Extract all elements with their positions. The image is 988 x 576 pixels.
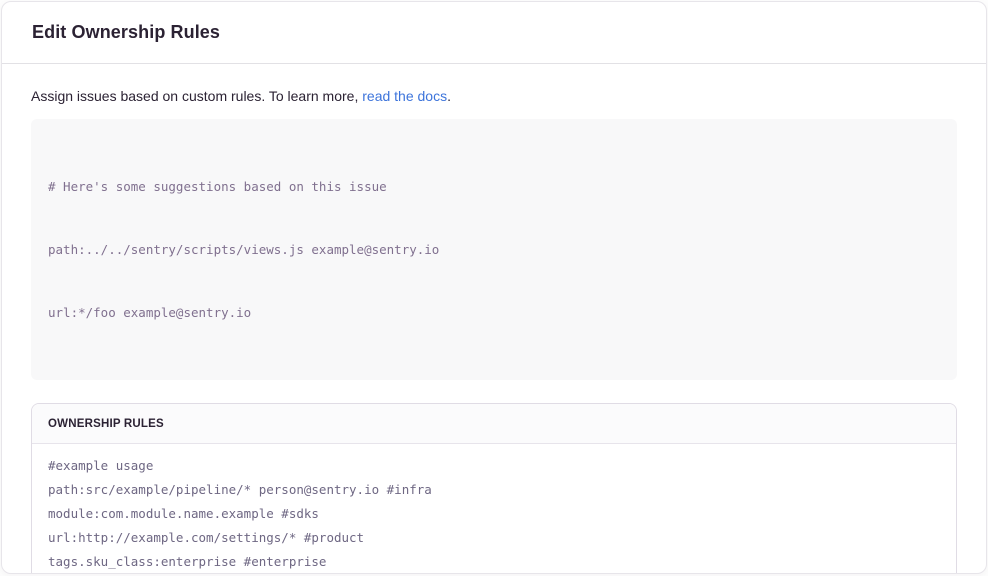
ownership-rules-panel: OWNERSHIP RULES #example usage path:src/… (31, 403, 957, 574)
ownership-rules-panel-header: OWNERSHIP RULES (32, 404, 956, 444)
read-the-docs-link[interactable]: read the docs (362, 88, 447, 104)
description-text: Assign issues based on custom rules. To … (31, 88, 362, 104)
edit-ownership-rules-modal: Edit Ownership Rules Assign issues based… (1, 1, 987, 574)
modal-title: Edit Ownership Rules (32, 22, 220, 43)
suggestion-line: path:../../sentry/scripts/views.js examp… (48, 239, 940, 260)
ownership-rules-textarea[interactable]: #example usage path:src/example/pipeline… (32, 444, 956, 574)
ownership-rules-label: OWNERSHIP RULES (48, 418, 164, 430)
description-period: . (447, 88, 451, 104)
description: Assign issues based on custom rules. To … (31, 87, 957, 106)
modal-body: Assign issues based on custom rules. To … (2, 64, 986, 574)
suggestion-line: url:*/foo example@sentry.io (48, 302, 940, 323)
suggestions-block: # Here's some suggestions based on this … (31, 119, 957, 380)
modal-header: Edit Ownership Rules (2, 2, 986, 64)
suggestion-line: # Here's some suggestions based on this … (48, 176, 940, 197)
